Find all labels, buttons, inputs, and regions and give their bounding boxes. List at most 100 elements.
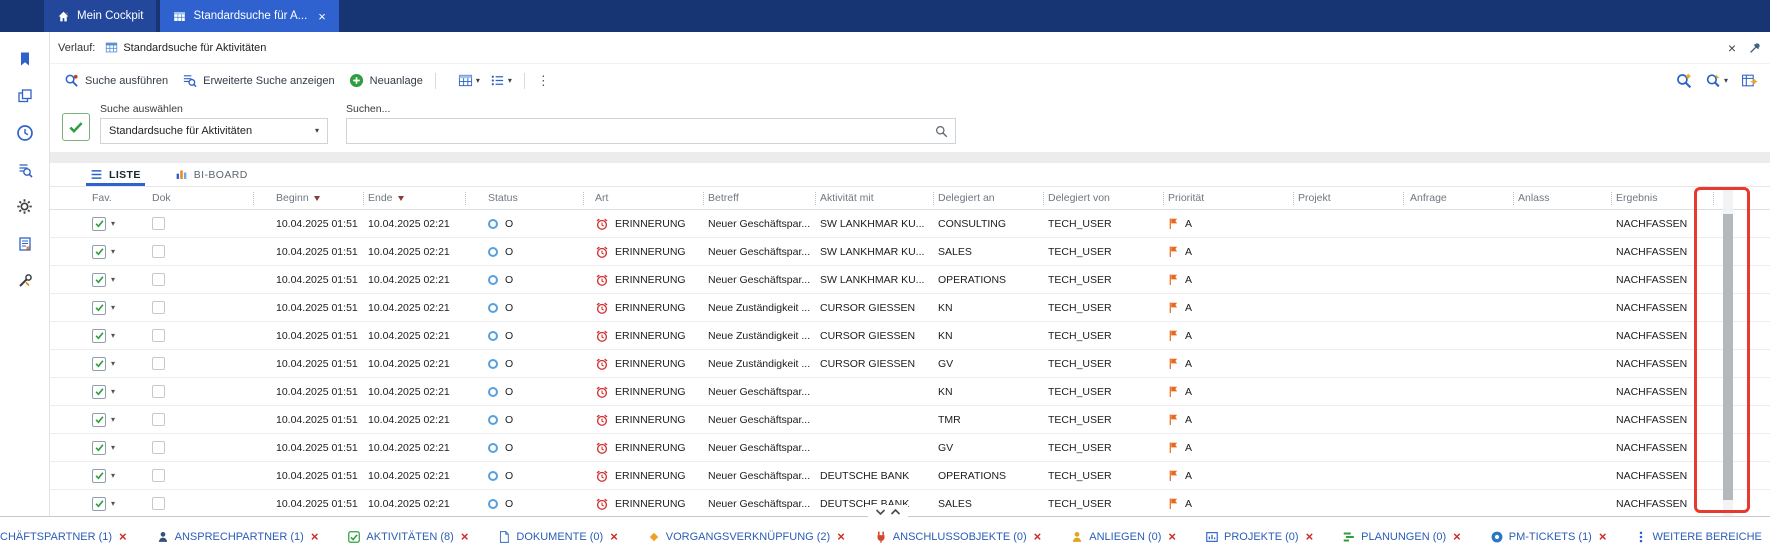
table-row[interactable]: ▾ 10.04.2025 01:51 10.04.2025 02:21 O ER… <box>50 462 1770 490</box>
column-header-anlass[interactable]: Anlass <box>1510 187 1608 209</box>
favorite-checkbox[interactable] <box>92 469 106 483</box>
bottom-area-tab[interactable]: WEITERE BEREICHE <box>1635 530 1761 544</box>
grid-view-button[interactable]: ▾ <box>458 73 480 88</box>
close-icon[interactable]: × <box>610 530 618 543</box>
close-icon[interactable]: × <box>1168 530 1176 543</box>
run-search-button[interactable]: Suche ausführen <box>64 73 168 88</box>
column-header-prioritaet[interactable]: Priorität <box>1160 187 1290 209</box>
history-item[interactable]: Standardsuche für Aktivitäten <box>105 41 266 54</box>
column-header-projekt[interactable]: Projekt <box>1290 187 1400 209</box>
vertical-scrollbar[interactable] <box>1723 188 1733 516</box>
column-resize-grip[interactable] <box>583 192 584 205</box>
column-resize-grip[interactable] <box>703 192 704 205</box>
tab-liste[interactable]: LISTE <box>86 168 145 186</box>
panel-collapse-control[interactable] <box>868 505 908 518</box>
column-resize-grip[interactable] <box>1513 192 1514 205</box>
tab-standardsuche[interactable]: Standardsuche für A... × <box>160 0 338 32</box>
dok-checkbox[interactable] <box>152 441 165 454</box>
chevron-down-icon[interactable]: ▾ <box>111 415 115 424</box>
favorite-checkbox[interactable] <box>92 217 106 231</box>
tab-mein-cockpit[interactable]: Mein Cockpit <box>44 0 156 32</box>
dok-checkbox[interactable] <box>152 357 165 370</box>
sidebar-item-bookmarks[interactable] <box>8 40 42 77</box>
chevron-down-icon[interactable]: ▾ <box>111 331 115 340</box>
favorite-checkbox[interactable] <box>92 441 106 455</box>
bottom-area-tab[interactable]: CHÄFTSPARTNER (1) × <box>0 530 127 543</box>
list-view-button[interactable]: ▾ <box>490 73 512 88</box>
close-icon[interactable]: × <box>119 530 127 543</box>
column-header-status[interactable]: Status <box>462 187 580 209</box>
favorite-checkbox[interactable] <box>92 329 106 343</box>
column-resize-grip[interactable] <box>465 192 466 205</box>
search-select[interactable]: Standardsuche für Aktivitäten ▾ <box>100 118 328 144</box>
bottom-area-tab[interactable]: ANSPRECHPARTNER (1) × <box>156 530 319 544</box>
favorite-checkbox[interactable] <box>92 273 106 287</box>
column-resize-grip[interactable] <box>1043 192 1044 205</box>
bottom-area-tab[interactable]: ANLIEGEN (0) × <box>1070 530 1176 544</box>
close-icon[interactable]: × <box>1453 530 1461 543</box>
favorite-checkbox[interactable] <box>92 245 106 259</box>
close-icon[interactable]: × <box>837 530 845 543</box>
sidebar-item-history[interactable] <box>8 114 42 151</box>
advanced-search-button[interactable]: Erweiterte Suche anzeigen <box>182 73 334 88</box>
dok-checkbox[interactable] <box>152 217 165 230</box>
dok-checkbox[interactable] <box>152 497 165 510</box>
table-row[interactable]: ▾ 10.04.2025 01:51 10.04.2025 02:21 O ER… <box>50 266 1770 294</box>
favorite-checkbox[interactable] <box>92 413 106 427</box>
bottom-area-tab[interactable]: PROJEKTE (0) × <box>1205 530 1313 544</box>
table-row[interactable]: ▾ 10.04.2025 01:51 10.04.2025 02:21 O ER… <box>50 350 1770 378</box>
column-resize-grip[interactable] <box>1403 192 1404 205</box>
chevron-down-icon[interactable]: ▾ <box>111 247 115 256</box>
favorite-checkbox[interactable] <box>92 385 106 399</box>
chevron-down-icon[interactable]: ▾ <box>111 275 115 284</box>
chevron-down-icon[interactable]: ▾ <box>111 303 115 312</box>
column-header-betreff[interactable]: Betreff <box>700 187 812 209</box>
scrollbar-thumb[interactable] <box>1723 214 1733 500</box>
column-resize-grip[interactable] <box>933 192 934 205</box>
chevron-down-icon[interactable]: ▾ <box>111 499 115 508</box>
table-row[interactable]: ▾ 10.04.2025 01:51 10.04.2025 02:21 O ER… <box>50 406 1770 434</box>
column-header-fav[interactable]: Fav. <box>50 187 138 209</box>
favorite-checkbox[interactable] <box>92 497 106 511</box>
pin-icon[interactable] <box>1748 41 1762 55</box>
close-icon[interactable]: × <box>1728 41 1736 55</box>
close-icon[interactable]: × <box>311 530 319 543</box>
dok-checkbox[interactable] <box>152 329 165 342</box>
favorite-checkbox[interactable] <box>92 357 106 371</box>
column-header-beginn[interactable]: Beginn <box>250 187 360 209</box>
close-icon[interactable]: × <box>1599 530 1607 543</box>
column-resize-grip[interactable] <box>253 192 254 205</box>
column-resize-grip[interactable] <box>1713 192 1714 205</box>
table-row[interactable]: ▾ 10.04.2025 01:51 10.04.2025 02:21 O ER… <box>50 490 1770 516</box>
close-icon[interactable]: × <box>318 10 326 23</box>
table-row[interactable]: ▾ 10.04.2025 01:51 10.04.2025 02:21 O ER… <box>50 238 1770 266</box>
dok-checkbox[interactable] <box>152 413 165 426</box>
more-kebab-icon[interactable]: ⋮ <box>537 73 550 89</box>
sidebar-item-tools[interactable] <box>8 262 42 299</box>
column-header-aktivitaet-mit[interactable]: Aktivität mit <box>812 187 930 209</box>
dok-checkbox[interactable] <box>152 469 165 482</box>
sidebar-item-reports[interactable] <box>8 225 42 262</box>
chevron-down-icon[interactable]: ▾ <box>111 219 115 228</box>
search-icon[interactable] <box>928 125 955 138</box>
search-edit-button[interactable]: ▾ <box>1705 72 1728 89</box>
column-header-ende[interactable]: Ende <box>360 187 462 209</box>
bottom-area-tab[interactable]: DOKUMENTE (0) × <box>497 530 617 544</box>
close-icon[interactable]: × <box>1034 530 1042 543</box>
bottom-area-tab[interactable]: PLANUNGEN (0) × <box>1342 530 1461 544</box>
column-header-art[interactable]: Art <box>580 187 700 209</box>
bottom-area-tab[interactable]: ANSCHLUSSOBJEKTE (0) × <box>874 530 1041 544</box>
search-input[interactable] <box>347 119 928 143</box>
chevron-down-icon[interactable]: ▾ <box>111 443 115 452</box>
column-resize-grip[interactable] <box>363 192 364 205</box>
table-export-icon[interactable] <box>1741 72 1758 89</box>
column-header-delegiert-an[interactable]: Delegiert an <box>930 187 1040 209</box>
column-resize-grip[interactable] <box>1163 192 1164 205</box>
close-icon[interactable]: × <box>1306 530 1314 543</box>
chevron-down-icon[interactable]: ▾ <box>111 359 115 368</box>
table-row[interactable]: ▾ 10.04.2025 01:51 10.04.2025 02:21 O ER… <box>50 294 1770 322</box>
column-header-ergebnis[interactable]: Ergebnis <box>1608 187 1770 209</box>
bottom-area-tab[interactable]: AKTIVITÄTEN (8) × <box>347 530 468 544</box>
dok-checkbox[interactable] <box>152 301 165 314</box>
column-resize-grip[interactable] <box>1293 192 1294 205</box>
